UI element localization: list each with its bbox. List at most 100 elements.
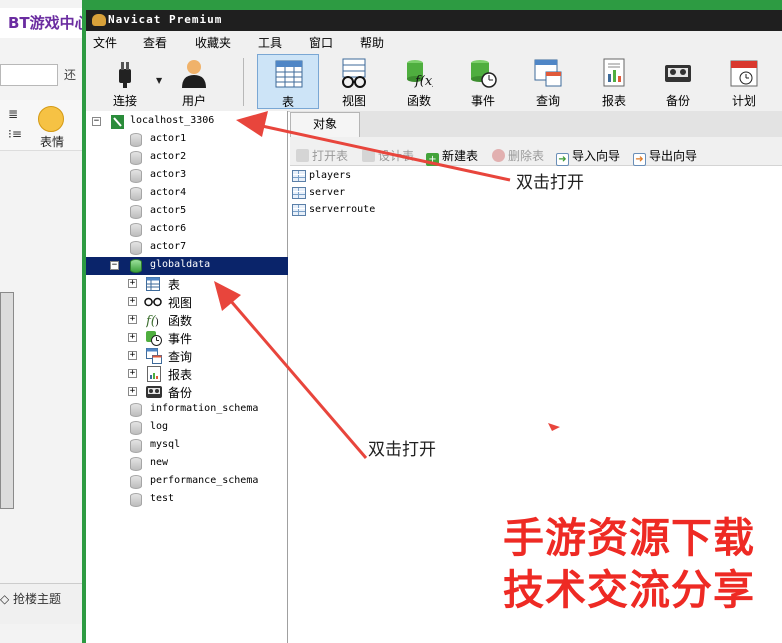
background-dialog-fragment	[0, 292, 14, 509]
tree-database-actor2[interactable]: actor2	[86, 149, 288, 167]
schedule-button[interactable]: 计划	[713, 54, 775, 109]
tree-database-actor3[interactable]: actor3	[86, 167, 288, 185]
delete-icon	[492, 149, 505, 162]
export-wizard-button[interactable]: ➜ 导出向导	[633, 147, 697, 166]
function-icon: f()	[146, 314, 159, 328]
database-icon	[130, 223, 142, 237]
database-icon	[130, 403, 142, 417]
view-button[interactable]: 视图	[323, 54, 385, 109]
report-button[interactable]: 报表	[583, 54, 645, 109]
menu-window[interactable]: 窗口	[309, 34, 333, 51]
background-input-button[interactable]: 还	[64, 66, 76, 83]
table-button[interactable]: 表	[257, 54, 319, 109]
database-icon	[130, 205, 142, 219]
tree-connection-localhost[interactable]: − localhost_3306	[86, 113, 288, 131]
connection-tree: − localhost_3306 actor1 actor2 actor3 ac…	[86, 111, 288, 643]
table-name: players	[309, 170, 352, 181]
navicat-app-icon	[92, 14, 106, 26]
expand-toggle[interactable]: +	[128, 369, 137, 378]
tree-database-actor4[interactable]: actor4	[86, 185, 288, 203]
report-icon	[147, 366, 161, 382]
collapse-toggle[interactable]: −	[110, 261, 119, 270]
connect-button[interactable]: 连接	[94, 54, 156, 109]
emoji-icon[interactable]	[38, 106, 64, 132]
grab-floor-topic-button[interactable]: ◇ 抢楼主题	[0, 590, 61, 607]
database-icon	[130, 187, 142, 201]
backup-button[interactable]: 备份	[647, 54, 709, 109]
expand-toggle[interactable]: +	[128, 315, 137, 324]
database-name: globaldata	[150, 259, 211, 270]
open-table-label: 打开表	[312, 149, 349, 163]
expand-toggle[interactable]: +	[128, 387, 137, 396]
expand-toggle[interactable]: +	[128, 333, 137, 342]
database-icon	[130, 151, 142, 165]
tree-database-information-schema[interactable]: information_schema	[86, 401, 288, 419]
import-wizard-button[interactable]: ➜ 导入向导	[556, 147, 620, 166]
query-button[interactable]: 查询	[517, 54, 579, 109]
tree-node-functions[interactable]: + f() 函数	[86, 311, 288, 329]
expand-toggle[interactable]: +	[128, 279, 137, 288]
tree-database-new[interactable]: new	[86, 455, 288, 473]
design-table-button[interactable]: 设计表	[362, 147, 414, 164]
open-table-button[interactable]: 打开表	[296, 147, 348, 164]
delete-table-button[interactable]: 删除表	[492, 147, 544, 164]
tree-node-queries[interactable]: + 查询	[86, 347, 288, 365]
background-search-input[interactable]	[0, 64, 58, 86]
tree-database-actor7[interactable]: actor7	[86, 239, 288, 257]
user-button[interactable]: 用户	[163, 54, 225, 109]
tree-node-label: 备份	[168, 386, 193, 400]
menu-favorites[interactable]: 收藏夹	[195, 34, 231, 51]
tree-database-mysql[interactable]: mysql	[86, 437, 288, 455]
emoji-label: 表情	[40, 135, 65, 149]
tree-database-log[interactable]: log	[86, 419, 288, 437]
tree-database-performance-schema[interactable]: performance_schema	[86, 473, 288, 491]
tree-node-tables[interactable]: + 表	[86, 275, 288, 293]
menu-help[interactable]: 帮助	[360, 34, 384, 51]
tree-node-reports[interactable]: + 报表	[86, 365, 288, 383]
collapse-toggle[interactable]: −	[92, 117, 101, 126]
function-icon: f(x)	[407, 60, 433, 88]
table-label: 表	[281, 95, 294, 109]
list-format-icon[interactable]: ≣	[8, 107, 18, 121]
glasses-icon	[144, 297, 162, 307]
expand-toggle[interactable]: +	[128, 297, 137, 306]
plug-icon	[119, 62, 131, 88]
annotation-label-bottom: 双击打开	[368, 440, 436, 460]
import-wizard-label: 导入向导	[572, 149, 621, 163]
object-tab-bar	[290, 111, 782, 137]
menu-file[interactable]: 文件	[93, 34, 117, 51]
menu-view[interactable]: 查看	[143, 34, 167, 51]
plus-icon: +	[426, 153, 439, 166]
database-icon	[130, 169, 142, 183]
event-button[interactable]: 事件	[452, 54, 514, 109]
new-table-label: 新建表	[442, 149, 479, 163]
report-icon	[603, 58, 625, 87]
design-table-icon	[362, 149, 375, 162]
query-icon	[534, 59, 562, 87]
tree-database-actor1[interactable]: actor1	[86, 131, 288, 149]
tree-database-actor6[interactable]: actor6	[86, 221, 288, 239]
tree-node-views[interactable]: + 视图	[86, 293, 288, 311]
bullet-list-icon[interactable]: ⁝≡	[8, 127, 22, 141]
database-name: information_schema	[150, 403, 259, 414]
menu-tools[interactable]: 工具	[258, 34, 282, 51]
connect-dropdown-arrow[interactable]: ▼	[156, 76, 162, 85]
tree-database-globaldata[interactable]: − globaldata	[86, 257, 288, 275]
tree-database-actor5[interactable]: actor5	[86, 203, 288, 221]
database-name: actor7	[150, 241, 187, 252]
table-name: server	[309, 187, 346, 198]
new-table-button[interactable]: + 新建表	[426, 147, 478, 166]
tape-icon	[146, 386, 162, 398]
tab-objects[interactable]: 对象	[290, 112, 360, 137]
watermark-line-1: 手游资源下载	[503, 514, 755, 562]
calendar-icon	[730, 60, 758, 87]
tree-database-test[interactable]: test	[86, 491, 288, 509]
database-name: mysql	[150, 439, 181, 450]
tree-node-events[interactable]: + 事件	[86, 329, 288, 347]
tree-node-backups[interactable]: + 备份	[86, 383, 288, 401]
database-icon	[130, 475, 142, 489]
export-wizard-label: 导出向导	[649, 149, 698, 163]
expand-toggle[interactable]: +	[128, 351, 137, 360]
watermark-line-2: 技术交流分享	[503, 566, 755, 614]
function-button[interactable]: f(x) 函数	[388, 54, 450, 109]
